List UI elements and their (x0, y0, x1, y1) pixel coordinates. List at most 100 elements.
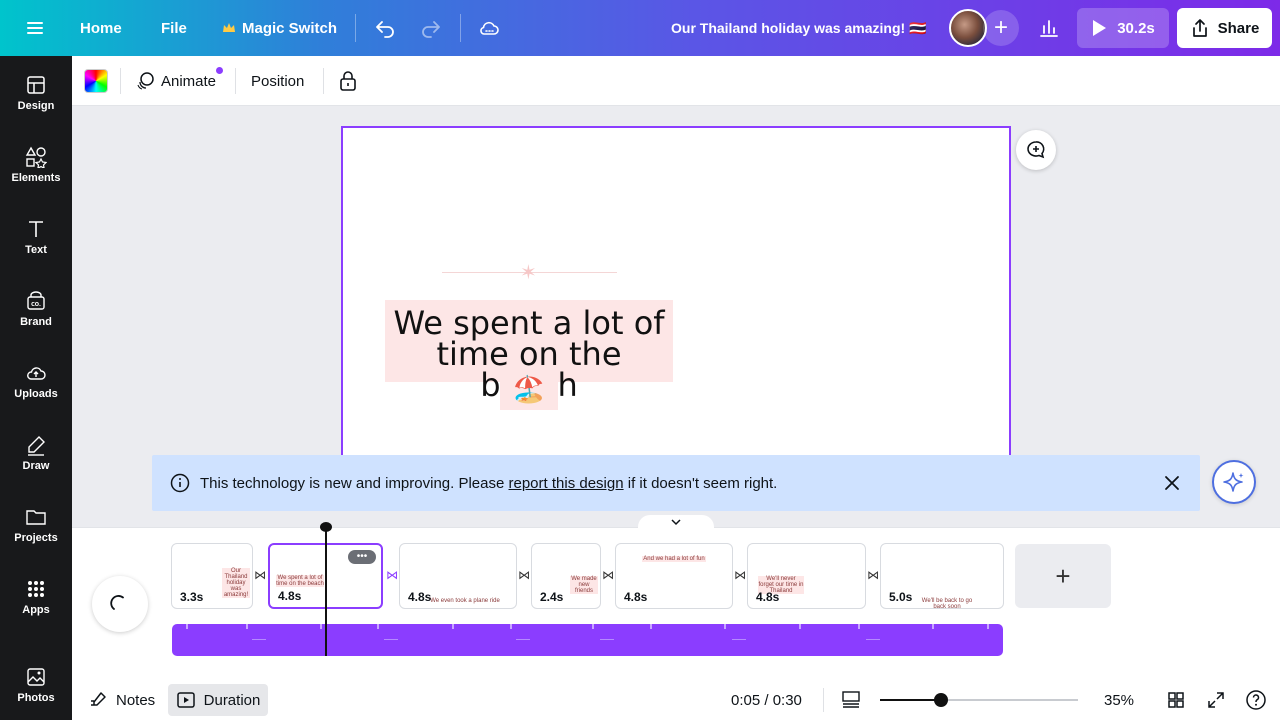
position-button[interactable]: Position (251, 56, 304, 106)
sidebar-item-label: Brand (20, 316, 52, 328)
report-design-link[interactable]: report this design (509, 475, 624, 492)
audio-beat-marker (186, 624, 188, 629)
file-menu[interactable]: File (161, 0, 187, 56)
info-icon (170, 473, 190, 493)
help-button[interactable] (1245, 684, 1267, 716)
transition-icon[interactable]: ⋈ (600, 568, 616, 582)
audio-beat-marker (320, 624, 322, 629)
sidebar-item-draw[interactable]: Draw (0, 434, 72, 494)
play-duration: 30.2s (1117, 19, 1155, 37)
beach-emoji[interactable]: 🏖️ (500, 368, 558, 410)
sidebar-item-text[interactable]: Text (0, 218, 72, 278)
scene-clip-4[interactable]: We made new friends 2.4s (531, 543, 601, 609)
redo-button[interactable] (419, 0, 443, 56)
audio-beat-marker (932, 624, 934, 629)
add-page-button[interactable]: + (1015, 544, 1111, 608)
sidebar-item-projects[interactable]: Projects (0, 506, 72, 566)
audio-beat-marker (246, 624, 248, 629)
clip-duration: 3.3s (180, 590, 204, 604)
close-icon[interactable] (1162, 473, 1182, 493)
transition-icon[interactable]: ⋈ (252, 568, 268, 582)
spinner-icon (110, 595, 124, 610)
sidebar-item-label: Uploads (14, 388, 58, 400)
cloud-icon (480, 21, 499, 35)
zoom-slider-fill (880, 699, 942, 701)
design-title[interactable]: Our Thailand holiday was amazing! 🇹🇭 (671, 0, 926, 56)
divider (460, 14, 461, 42)
design-page[interactable]: ✶ We spent a lot of time on the beach 🏖️ (341, 126, 1011, 466)
audio-waveform (516, 639, 530, 640)
duration-label: Duration (203, 691, 261, 709)
sidebar-item-label: Elements (11, 172, 61, 184)
sidebar-item-brand[interactable]: CO. Brand (0, 290, 72, 350)
animate-label: Animate (161, 72, 217, 90)
lock-button[interactable] (338, 56, 358, 106)
magic-switch-label: Magic Switch (242, 19, 338, 37)
sidebar-item-photos[interactable]: Photos (0, 666, 72, 720)
clip-preview-text: We spent a lot of time on the beach (276, 575, 324, 587)
audio-track[interactable] (172, 624, 1003, 656)
clip-more-options-button[interactable]: ••• (348, 550, 376, 564)
page-view-button[interactable] (840, 684, 862, 716)
animate-button[interactable]: Animate (135, 56, 216, 106)
scene-clip-3[interactable]: We even took a plane ride 4.8s (399, 543, 517, 609)
scene-clip-7[interactable]: We'll be back to go back soon 5.0s (880, 543, 1004, 609)
scene-clip-6[interactable]: We'll never forget our time in Thailand … (747, 543, 866, 609)
clip-preview-text: Our Thailand holiday was amazing! (222, 568, 250, 598)
duration-button[interactable]: Duration (168, 684, 268, 716)
play-icon (1093, 20, 1107, 36)
audio-beat-marker (724, 624, 726, 629)
collapse-timeline-button[interactable] (638, 515, 714, 529)
add-comment-button[interactable] (1016, 130, 1056, 170)
sidebar-item-apps[interactable]: Apps (0, 578, 72, 638)
loading-button[interactable] (92, 576, 148, 632)
menu-icon[interactable] (24, 0, 46, 56)
banner-text-after: if it doesn't seem right. (623, 474, 778, 492)
home-button[interactable]: Home (80, 0, 122, 56)
sidebar-item-label: Apps (22, 604, 50, 616)
sidebar-item-elements[interactable]: Elements (0, 146, 72, 206)
sidebar-item-design[interactable]: Design (0, 74, 72, 134)
svg-text:CO.: CO. (31, 302, 41, 308)
avatar[interactable] (949, 9, 987, 47)
sidebar-item-uploads[interactable]: Uploads (0, 362, 72, 422)
expand-icon (1208, 692, 1224, 708)
fullscreen-button[interactable] (1206, 684, 1226, 716)
color-picker-button[interactable] (84, 69, 108, 93)
banner-text-before: This technology is new and improving. Pl… (200, 474, 509, 492)
transition-icon[interactable]: ⋈ (384, 568, 400, 582)
transition-icon[interactable]: ⋈ (865, 568, 881, 582)
playhead[interactable] (325, 529, 327, 656)
audio-waveform (866, 639, 880, 640)
undo-button[interactable] (373, 0, 397, 56)
transition-icon[interactable]: ⋈ (516, 568, 532, 582)
scene-clip-5[interactable]: And we had a lot of fun 4.8s (615, 543, 733, 609)
sidebar-item-label: Photos (17, 692, 55, 704)
magic-switch-button[interactable]: Magic Switch (222, 0, 337, 56)
grid-view-button[interactable] (1166, 684, 1186, 716)
redo-icon (422, 21, 440, 38)
audio-beat-marker (510, 624, 512, 629)
share-button[interactable]: Share (1177, 8, 1272, 48)
share-label: Share (1217, 19, 1260, 37)
playhead-handle[interactable] (320, 522, 332, 532)
clip-duration: 4.8s (408, 590, 432, 604)
clip-preview-text: We made new friends (570, 576, 598, 594)
notes-button[interactable]: Notes (88, 684, 155, 716)
bar-chart-icon (1040, 20, 1058, 37)
zoom-level[interactable]: 35% (1104, 684, 1134, 716)
play-button[interactable]: 30.2s (1077, 8, 1169, 48)
sidebar-item-label: Projects (14, 532, 58, 544)
zoom-slider[interactable] (880, 693, 1078, 707)
scene-clip-1[interactable]: Our Thailand holiday was amazing! 3.3s (171, 543, 253, 609)
audio-beat-marker (799, 624, 801, 629)
plus-icon: + (993, 14, 1008, 41)
design-icon (27, 76, 45, 94)
audio-beat-marker (858, 624, 860, 629)
audio-waveform (600, 639, 614, 640)
cloud-save-button[interactable] (477, 0, 501, 56)
magic-assistant-button[interactable] (1212, 460, 1256, 504)
transition-icon[interactable]: ⋈ (732, 568, 748, 582)
insights-button[interactable] (1037, 0, 1061, 56)
invite-button[interactable]: + (983, 10, 1019, 46)
